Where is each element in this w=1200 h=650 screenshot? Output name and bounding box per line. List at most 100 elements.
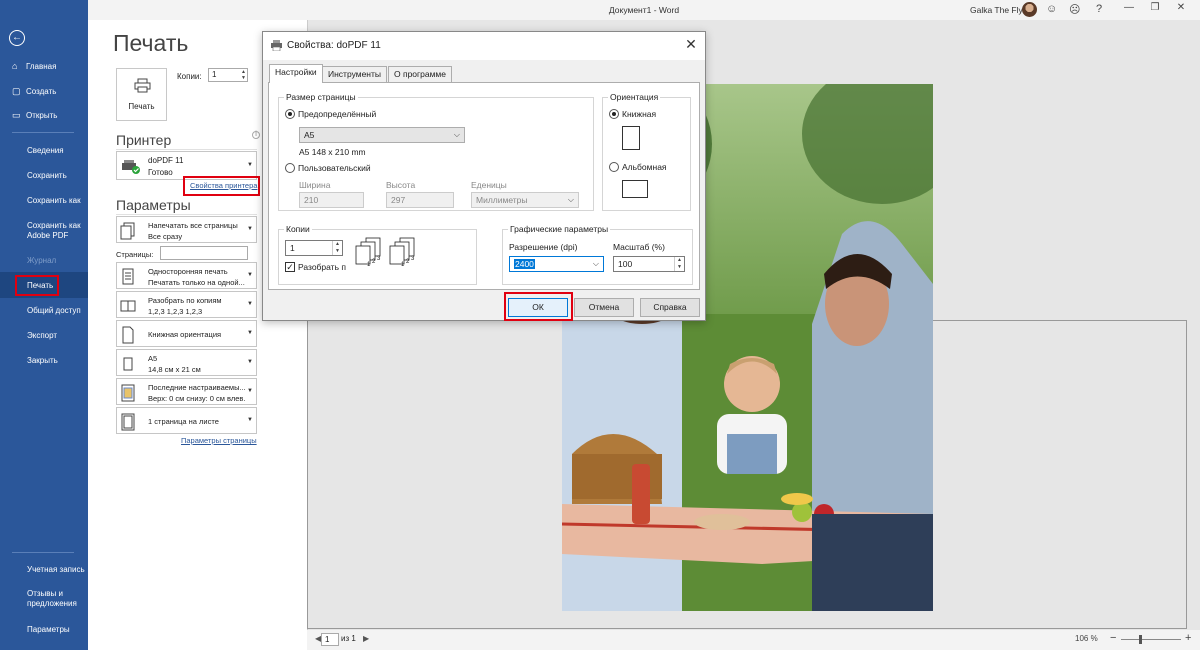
close-icon[interactable]: ✕ [683,36,699,53]
zoom-out-icon[interactable]: − [1110,632,1116,644]
smile-feedback-icon[interactable]: ☺ [1046,3,1057,15]
sidebar-item-label: Отзывы и предложения [27,589,77,608]
printer-section-title: Принтер [116,132,172,148]
custom-radio[interactable] [285,163,295,173]
sidebar-item-share[interactable]: Общий доступ [0,306,88,315]
chevron-down-icon: ▼ [247,272,253,278]
cancel-button[interactable]: Отмена [574,298,634,317]
paper-size-icon [123,357,133,371]
units-select: Миллиметры ⌵ [471,192,579,208]
margins-dropdown[interactable]: Последние настраиваемы... Верх: 0 см сни… [116,378,257,405]
sidebar-item-feedback[interactable]: Отзывы и предложения [0,589,80,609]
tab-settings[interactable]: Настройки [269,64,323,83]
sidebar-item-save-as[interactable]: Сохранить как [0,196,88,205]
chevron-down-icon: ⌵ [453,130,460,139]
pages-per-sheet-dropdown[interactable]: 1 страница на листе ▼ [116,407,257,434]
chevron-down-icon: ⌵ [567,195,574,204]
page-setup-link[interactable]: Параметры страницы [181,436,257,445]
collate-dropdown[interactable]: Разобрать по копиям 1,2,3 1,2,3 1,2,3 ▼ [116,291,257,318]
title-bar: Документ1 - Word Galka The Fly ☺ ☹ ? — ❐… [88,0,1200,20]
section-divider [116,149,257,150]
sidebar-item-label: Общий доступ [27,306,81,315]
sidebar-item-label: Сведения [27,146,64,155]
landscape-label: Альбомная [622,162,667,172]
scale-stepper[interactable]: 100 ▲ ▼ [613,256,685,272]
zoom-slider-thumb[interactable] [1139,635,1142,644]
param-line-2: 14,8 см x 21 см [148,365,201,374]
sidebar-item-options[interactable]: Параметры [0,625,88,634]
copies-stepper[interactable]: 1 ▲ ▼ [208,68,248,82]
printer-properties-highlight-box [183,176,260,196]
zoom-in-icon[interactable]: + [1185,632,1191,644]
units-label: Еденицы [471,180,507,190]
restore-button[interactable]: ❐ [1145,2,1165,13]
printer-status: Готово [148,168,173,177]
sidebar-item-close[interactable]: Закрыть [0,356,88,365]
sidebar-item-info[interactable]: Сведения [0,146,88,155]
resolution-select[interactable]: 2400 ⌵ [509,256,604,272]
paper-size-dropdown[interactable]: A5 14,8 см x 21 см ▼ [116,349,257,376]
width-label: Ширина [299,180,331,190]
frown-feedback-icon[interactable]: ☹ [1069,3,1080,16]
page-count: из 1 [341,634,356,643]
collate-checkbox[interactable]: ✓ [285,262,295,272]
chevron-down-icon: ▼ [247,226,253,232]
graphics-group: Графические параметры Разрешение (dpi) 2… [502,224,693,285]
spin-arrows-icon[interactable]: ▲ ▼ [674,257,684,271]
print-highlight-box [15,275,59,296]
orientation-dropdown[interactable]: Книжная ориентация ▼ [116,320,257,347]
settings-panel: Размер страницы Предопределённый A5 ⌵ A5… [268,82,700,290]
sidebar-item-label: Главная [26,61,57,71]
print-button[interactable]: Печать [116,68,167,121]
info-icon[interactable]: i [252,131,260,139]
collate-label: Разобрать п [298,262,346,272]
sidebar-item-home[interactable]: ⌂ Главная [0,61,88,71]
zoom-slider-track[interactable] [1121,639,1181,640]
section-divider [116,214,257,215]
help-icon[interactable]: ? [1096,3,1102,15]
sidebar-item-account[interactable]: Учетная запись [0,565,88,574]
tab-tools[interactable]: Инструменты [322,66,388,82]
portrait-page-icon [622,126,640,150]
page-size-value: A5 [304,130,315,140]
page-per-sheet-icon [121,413,135,431]
minimize-button[interactable]: — [1119,2,1139,13]
next-page-icon[interactable]: ▶ [363,634,369,643]
page-title: Печать [113,30,189,56]
portrait-label: Книжная [622,109,657,119]
printer-icon [134,78,151,93]
sidebar-item-new[interactable]: ▢ Создать [0,86,88,97]
sidebar-item-open[interactable]: ▭ Открыть [0,110,88,121]
landscape-radio[interactable] [609,162,619,172]
sidebar-divider [12,132,74,133]
duplex-dropdown[interactable]: Односторонняя печать Печатать только на … [116,262,257,289]
close-window-button[interactable]: ✕ [1171,2,1191,13]
resolution-label: Разрешение (dpi) [509,242,578,252]
chevron-down-icon: ▼ [247,162,253,168]
new-document-icon: ▢ [12,86,21,96]
pages-input[interactable] [160,246,248,260]
user-name[interactable]: Galka The Fly [970,5,1023,15]
portrait-radio[interactable] [609,109,619,119]
param-line-2: Все сразу [148,232,183,241]
svg-text:3: 3 [377,256,381,262]
copies-stepper[interactable]: 1 ▲ ▼ [285,240,343,256]
sidebar-item-export[interactable]: Экспорт [0,331,88,340]
help-button[interactable]: Справка [640,298,700,317]
page-size-select[interactable]: A5 ⌵ [299,127,465,143]
spin-arrows-icon[interactable]: ▲ ▼ [332,241,342,255]
sidebar-item-save-as-pdf[interactable]: Сохранить как Adobe PDF [0,221,84,241]
page-size-description: A5 148 x 210 mm [299,147,366,157]
page-number-input[interactable]: 1 [321,633,339,646]
param-line-2: 1,2,3 1,2,3 1,2,3 [148,307,203,316]
param-line-2: Печатать только на одной... [148,278,245,287]
sidebar-item-save[interactable]: Сохранить [0,171,88,180]
spin-arrows-icon[interactable]: ▲ ▼ [241,69,246,81]
predefined-radio[interactable] [285,109,295,119]
avatar[interactable] [1022,2,1037,17]
back-arrow-icon[interactable]: ← [9,30,25,46]
tab-about[interactable]: О программе [388,66,453,82]
print-range-dropdown[interactable]: Напечатать все страницы Все сразу ▼ [116,216,257,243]
param-line-1: Односторонняя печать [148,267,228,276]
zoom-level[interactable]: 106 % [1075,634,1098,643]
